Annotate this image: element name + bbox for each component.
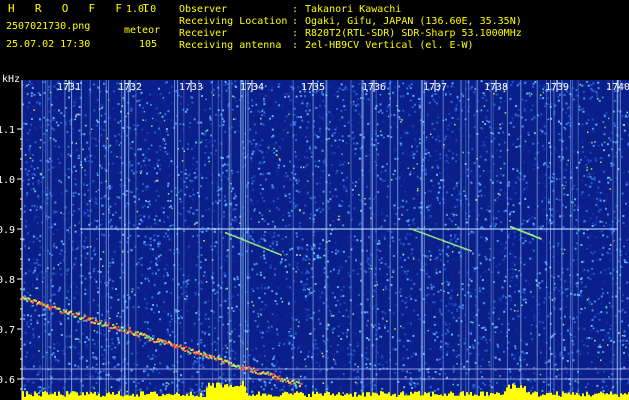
observer-value: Takanori Kawachi [305, 4, 402, 15]
receiver-value: R820T2(RTL-SDR) SDR-Sharp 53.1000MHz [305, 28, 522, 39]
location-value: Ogaki, Gifu, JAPAN (136.60E, 35.35N) [305, 16, 522, 27]
y-tick-label: 1.0 [0, 175, 15, 186]
y-axis-unit: kHz [2, 74, 21, 85]
y-tick-label: 1.1 [0, 125, 15, 136]
y-axis-ticks: 1.1 1.0 0.9 0.8 0.7 0.6 [0, 125, 22, 390]
y-tick-label: 0.9 [0, 225, 15, 236]
receiver-label: Receiver [179, 28, 228, 39]
hrofft-window: H R O F F T 1.0.0 2507021730.png 25.07.0… [0, 0, 629, 400]
location-label: Receiving Location [179, 16, 288, 27]
y-tick-label: 0.6 [0, 375, 15, 386]
observer-colon: : [292, 4, 299, 15]
observer-label: Observer [179, 4, 228, 15]
location-colon: : [292, 16, 299, 27]
y-tick-label: 0.8 [0, 275, 15, 286]
x-tick-label: 1740 [606, 82, 629, 93]
y-tick-label: 0.7 [0, 325, 15, 336]
capture-datetime: 25.07.02 17:30 [6, 39, 91, 50]
event-type: meteor [124, 25, 161, 36]
file-name: 2507021730.png [6, 21, 91, 32]
receiver-colon: : [292, 28, 299, 39]
app-version: 1.0.0 [126, 4, 157, 15]
antenna-colon: : [292, 40, 299, 51]
spectrogram-plot: 1.11.00.90.80.70.6 173117321733173417351… [0, 80, 629, 400]
event-count: 105 [139, 39, 158, 50]
antenna-label: Receiving antenna [179, 40, 282, 51]
antenna-value: 2el-HB9CV Vertical (el. E-W) [305, 40, 474, 51]
